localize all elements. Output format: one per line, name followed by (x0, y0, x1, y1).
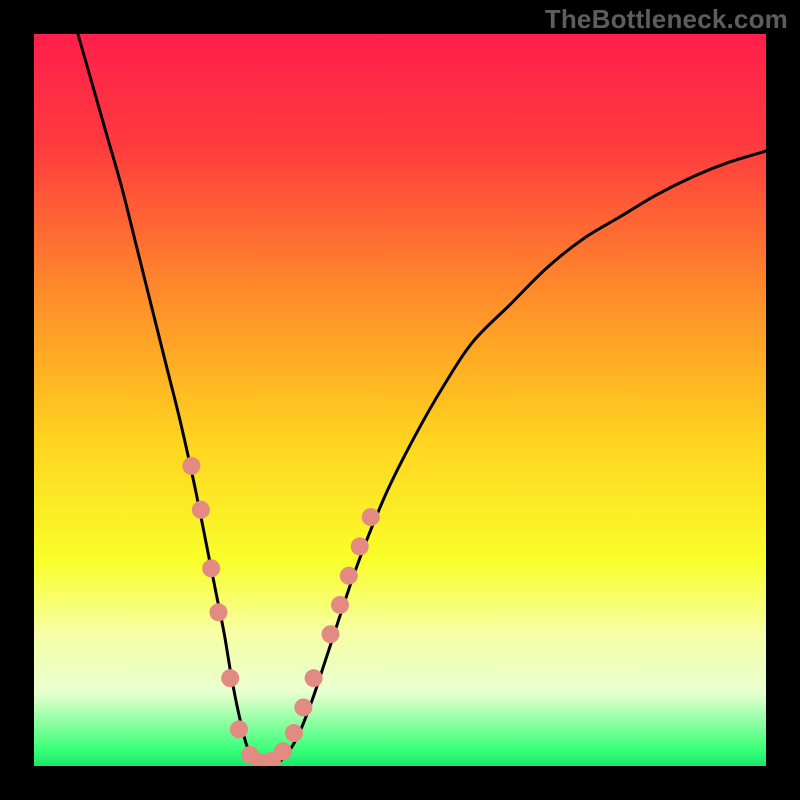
watermark-text: TheBottleneck.com (545, 4, 788, 35)
curve-marker (321, 625, 339, 643)
plot-area (34, 34, 766, 766)
curve-marker (305, 669, 323, 687)
curve-marker (362, 508, 380, 526)
curve-marker (230, 720, 248, 738)
curve-marker (340, 567, 358, 585)
curve-marker (209, 603, 227, 621)
curve-marker (274, 742, 292, 760)
curve-marker (285, 724, 303, 742)
curve-marker (192, 501, 210, 519)
curve-markers (182, 457, 379, 766)
chart-frame: TheBottleneck.com (0, 0, 800, 800)
bottleneck-curve-path (78, 34, 766, 766)
curve-marker (331, 596, 349, 614)
curve-marker (202, 559, 220, 577)
curve-marker (294, 698, 312, 716)
bottleneck-curve-svg (34, 34, 766, 766)
curve-marker (221, 669, 239, 687)
curve-marker (351, 537, 369, 555)
curve-marker (182, 457, 200, 475)
